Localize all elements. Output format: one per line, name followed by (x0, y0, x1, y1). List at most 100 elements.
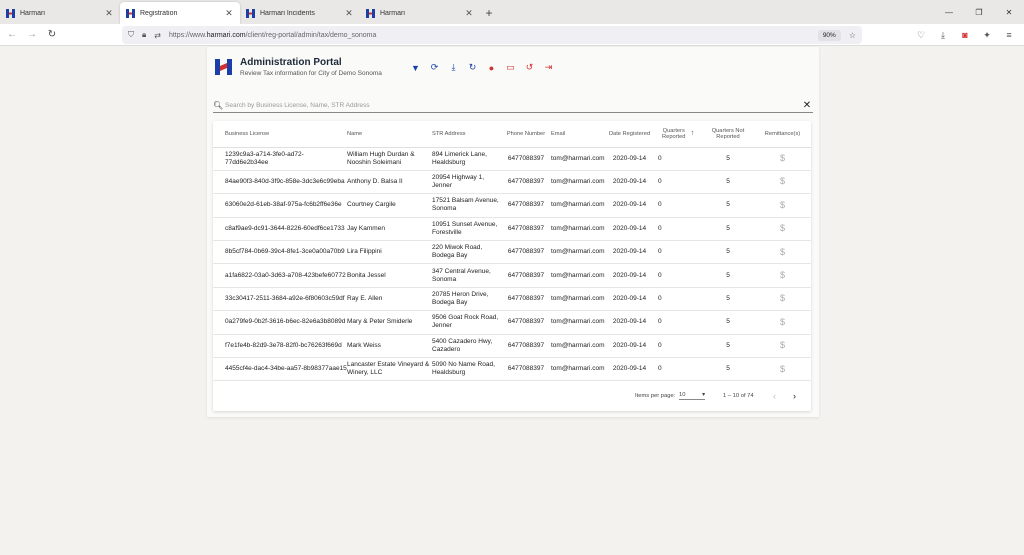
download-icon[interactable]: ⤓ (447, 61, 460, 74)
search-input[interactable] (225, 102, 801, 109)
cell-address: 10951 Sunset Avenue, Forestville (432, 217, 505, 242)
cell-name: Lira Filippini (347, 240, 432, 265)
table-body: 1239c9a3-a714-3fe0-ad72-77dd6e2b34ee Will… (213, 147, 811, 382)
cell-date: 2020-09-14 (607, 334, 652, 359)
cell-remittance[interactable]: $ (754, 310, 811, 335)
column-header-quarters-not-reported[interactable]: Quarters Not Reported (702, 121, 754, 148)
table-row[interactable]: 4455cf4e-dac4-34be-aa57-8b98377aae15 Lanc… (213, 357, 811, 382)
cell-date: 2020-09-14 (607, 147, 652, 171)
column-header-phone[interactable]: Phone Number (505, 121, 547, 148)
dollar-icon[interactable]: $ (780, 340, 785, 350)
close-tab-icon[interactable]: ✕ (104, 8, 114, 19)
harmari-favicon-icon (6, 8, 15, 18)
search-bar: 🔍︎ ✕ (213, 99, 813, 113)
column-header-email[interactable]: Email (547, 121, 607, 148)
shield-icon[interactable]: ⛉ (128, 30, 134, 40)
screenshot-icon[interactable]: ◙ (956, 27, 974, 43)
dollar-icon[interactable]: $ (780, 317, 785, 327)
next-page-icon[interactable]: › (793, 391, 796, 401)
cell-email: tom@harmari.com (547, 263, 607, 288)
dollar-icon[interactable]: $ (780, 364, 785, 374)
column-header-license[interactable]: Business License (213, 121, 347, 148)
column-header-name[interactable]: Name (347, 121, 432, 148)
cell-quarters-not-reported: 5 (702, 217, 754, 242)
cell-remittance[interactable]: $ (754, 170, 811, 195)
cell-remittance[interactable]: $ (754, 240, 811, 265)
column-header-remittances[interactable]: Remittance(s) (754, 121, 811, 148)
close-tab-icon[interactable]: ✕ (344, 8, 354, 19)
column-header-quarters-reported[interactable]: Quarters Reported ↑ (652, 121, 702, 148)
table-row[interactable]: a1fa6822-03a0-3d63-a708-423befe60772 Boni… (213, 263, 811, 288)
credit-card-icon[interactable]: ▭ (504, 61, 517, 74)
cell-date: 2020-09-14 (607, 217, 652, 242)
dollar-icon[interactable]: $ (780, 200, 785, 210)
browser-tab-registration[interactable]: Registration ✕ (120, 2, 240, 24)
cell-date: 2020-09-14 (607, 240, 652, 265)
clear-search-icon[interactable]: ✕ (801, 100, 813, 111)
downloads-icon[interactable]: ⤓ (934, 27, 952, 43)
forward-icon[interactable]: → (22, 25, 42, 45)
table-row[interactable]: 33c30417-2511-3684-a92e-6f80603c59df Ray … (213, 287, 811, 312)
column-header-address[interactable]: STR Address (432, 121, 505, 148)
close-tab-icon[interactable]: ✕ (224, 8, 234, 19)
close-window-icon[interactable]: ✕ (994, 0, 1024, 24)
dollar-icon[interactable]: $ (780, 223, 785, 233)
cell-remittance[interactable]: $ (754, 334, 811, 359)
cell-quarters-not-reported: 5 (702, 147, 754, 171)
cell-remittance[interactable]: $ (754, 263, 811, 288)
cell-quarters-reported: 0 (652, 310, 702, 335)
close-tab-icon[interactable]: ✕ (464, 8, 474, 19)
table-row[interactable]: c8af9ae9-dc91-3644-8226-60edf6ce1733 Jay … (213, 217, 811, 242)
new-tab-button[interactable]: + (480, 2, 498, 24)
dollar-icon[interactable]: $ (780, 176, 785, 186)
bookmark-star-icon[interactable]: ☆ (849, 31, 856, 40)
browser-tab-harmari[interactable]: Harmari ✕ (0, 2, 120, 24)
browser-tab-incidents[interactable]: Harmari Incidents ✕ (240, 2, 360, 24)
menu-icon[interactable]: ≡ (1000, 27, 1018, 43)
logout-icon[interactable]: ⇥ (542, 61, 555, 74)
table-row[interactable]: f7e1fe4b-82d9-3e78-82f0-bc76263f669d Mark… (213, 334, 811, 359)
permissions-icon[interactable]: ⇄ (154, 31, 161, 40)
cell-remittance[interactable]: $ (754, 357, 811, 382)
restore-icon[interactable]: ❐ (964, 0, 994, 24)
back-icon[interactable]: ← (2, 25, 22, 45)
filter-icon[interactable]: ▼ (409, 61, 422, 74)
refresh-icon[interactable]: ⟳ (428, 61, 441, 74)
history-icon[interactable]: ↺ (523, 61, 536, 74)
cell-remittance[interactable]: $ (754, 217, 811, 242)
browser-tab-bar: Harmari ✕ Registration ✕ Harmari Inciden… (0, 0, 1024, 24)
column-header-date[interactable]: Date Registered (607, 121, 652, 148)
cell-remittance[interactable]: $ (754, 287, 811, 312)
tax-table: Business License Name STR Address Phone … (213, 121, 811, 382)
table-row[interactable]: 8b5cf784-0b69-39c4-8fe1-3ce0a00a70b9 Lira… (213, 240, 811, 265)
sync-icon[interactable]: ↻ (466, 61, 479, 74)
sort-ascending-icon[interactable]: ↑ (691, 130, 695, 137)
extension-icon[interactable]: ✦ (978, 27, 996, 43)
cell-remittance[interactable]: $ (754, 193, 811, 218)
cell-remittance[interactable]: $ (754, 147, 811, 171)
address-bar[interactable]: ⛉ 🔒︎ ⇄ https://www.harmari.com/client/re… (122, 26, 862, 44)
cell-address: 17521 Balsam Avenue, Sonoma (432, 193, 505, 218)
table-row[interactable]: 84ae90f3-840d-3f9c-858e-3dc3e6c99eba Anth… (213, 170, 811, 195)
cell-email: tom@harmari.com (547, 287, 607, 312)
reload-icon[interactable]: ↻ (42, 25, 62, 45)
cell-license: 8b5cf784-0b69-39c4-8fe1-3ce0a00a70b9 (213, 240, 347, 265)
table-row[interactable]: 1239c9a3-a714-3fe0-ad72-77dd6e2b34ee Will… (213, 147, 811, 171)
dollar-icon[interactable]: $ (780, 153, 785, 163)
url-text[interactable]: https://www.harmari.com/client/reg-porta… (169, 32, 818, 39)
cell-name: Ray E. Allen (347, 287, 432, 312)
items-per-page-select[interactable]: 10 ▾ (679, 392, 705, 400)
table-row[interactable]: 0a279fe9-0b2f-3616-b6ec-82e6a3b8089d Mary… (213, 310, 811, 335)
zoom-level[interactable]: 90% (817, 29, 841, 41)
dollar-icon[interactable]: $ (780, 293, 785, 303)
cell-phone: 6477088397 (505, 310, 547, 335)
dollar-icon[interactable]: $ (780, 247, 785, 257)
minimize-icon[interactable]: — (934, 0, 964, 24)
alert-icon[interactable]: ● (485, 61, 498, 74)
browser-tab-harmari-2[interactable]: Harmari ✕ (360, 2, 480, 24)
table-row[interactable]: 63060e2d-61eb-38af-975a-fc6b2ff6e36e Cour… (213, 193, 811, 218)
dollar-icon[interactable]: $ (780, 270, 785, 280)
previous-page-icon[interactable]: ‹ (773, 391, 776, 401)
lock-icon[interactable]: 🔒︎ (142, 30, 146, 40)
pocket-icon[interactable]: ♡ (912, 27, 930, 43)
